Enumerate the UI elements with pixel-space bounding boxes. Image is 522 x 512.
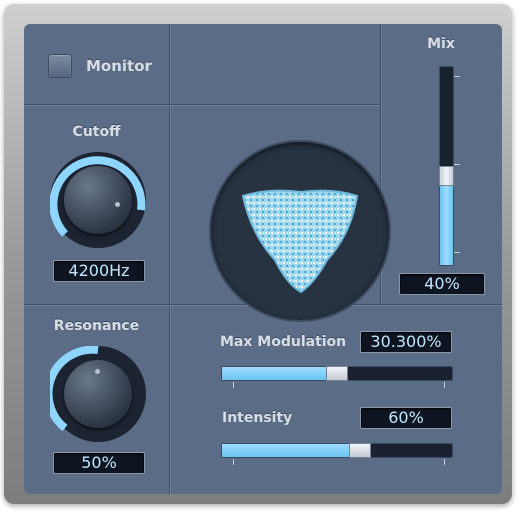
resonance-value-display[interactable]: 50% [53,452,145,474]
scale-tick [444,459,445,465]
intensity-slider-thumb[interactable] [349,443,371,458]
max-modulation-slider-thumb[interactable] [326,366,348,381]
scale-tick [454,76,460,77]
intensity-slider-fill [222,444,360,457]
mix-label: Mix [427,36,455,52]
resonance-knob-indicator [95,369,100,374]
filter-shape-graphic [241,189,359,294]
resonance-knob[interactable] [50,346,146,442]
intensity-label: Intensity [222,410,293,426]
filter-visualizer-display [209,140,391,322]
cutoff-knob[interactable] [50,152,146,248]
cutoff-label: Cutoff [72,124,121,140]
divider [24,104,380,105]
mix-slider-fill [440,186,453,265]
plugin-window-frame: Monitor Cutoff 4200Hz Resonance 50% Mix … [4,4,512,504]
scale-tick [233,459,234,465]
max-modulation-slider-fill [222,367,337,380]
divider [169,24,170,494]
plugin-panel: Monitor Cutoff 4200Hz Resonance 50% Mix … [24,24,502,494]
cutoff-knob-indicator [115,202,120,207]
intensity-slider[interactable] [221,443,453,458]
max-modulation-label: Max Modulation [220,334,347,350]
scale-tick [233,382,234,388]
cutoff-value-display[interactable]: 4200Hz [53,260,145,282]
mix-value-display[interactable]: 40% [399,273,485,295]
monitor-toggle-button[interactable] [48,54,72,78]
scale-tick [454,252,460,253]
intensity-value-display[interactable]: 60% [360,407,452,429]
mix-slider-thumb[interactable] [439,166,454,186]
resonance-label: Resonance [53,318,140,334]
max-modulation-slider[interactable] [221,366,453,381]
scale-tick [444,382,445,388]
mix-slider[interactable] [439,66,454,266]
monitor-label: Monitor [86,57,152,75]
scale-tick [454,164,460,165]
max-modulation-value-display[interactable]: 30.300% [360,331,452,353]
